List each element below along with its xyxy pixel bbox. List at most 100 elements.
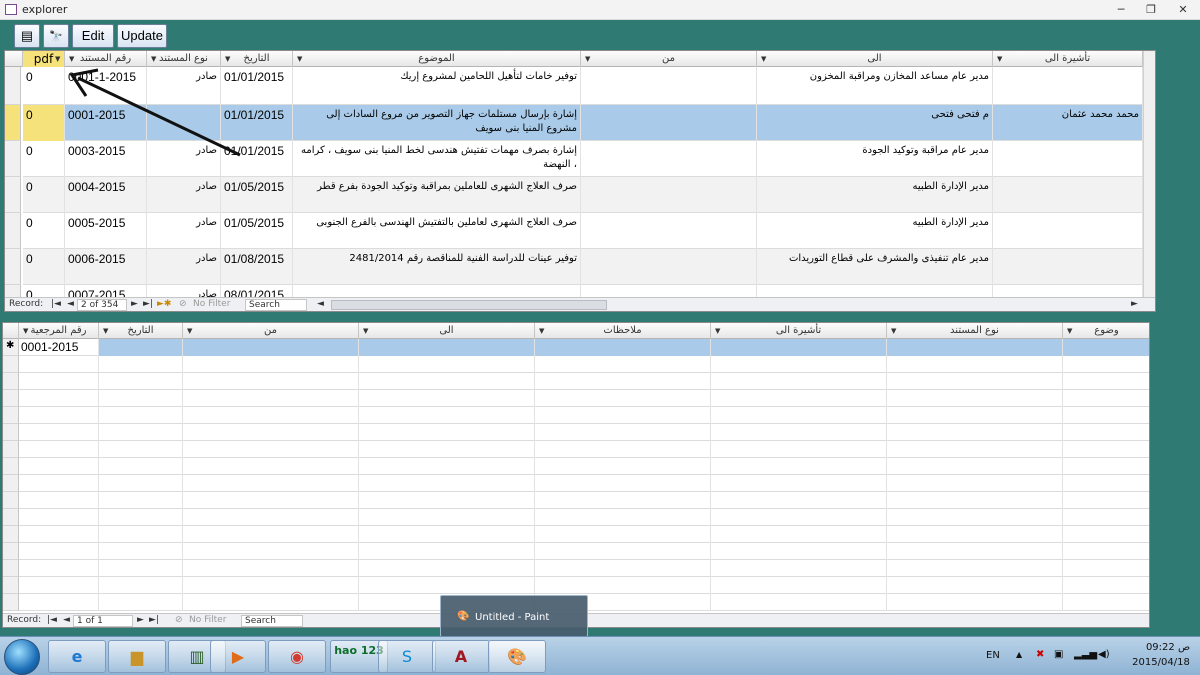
cell-type[interactable] [887, 424, 1063, 441]
cell-to[interactable] [359, 577, 535, 594]
row-selector[interactable] [3, 475, 19, 492]
close-button[interactable]: ✕ [1172, 2, 1194, 18]
row-selector[interactable] [3, 458, 19, 475]
table-row[interactable] [19, 407, 1149, 424]
cell-to[interactable] [359, 509, 535, 526]
table-row[interactable]: 0001-2015 [19, 339, 1149, 356]
row-selector[interactable] [3, 492, 19, 509]
cell-type[interactable] [887, 390, 1063, 407]
clock-date[interactable]: 2015/04/18 [1124, 657, 1198, 668]
cell-date[interactable] [99, 407, 183, 424]
cell-notes[interactable] [535, 390, 711, 407]
cell-subject[interactable] [1063, 356, 1149, 373]
column-header-subject[interactable]: وضوع ▼ [1063, 323, 1149, 339]
last-record-icon[interactable]: ►| [143, 299, 153, 309]
cell-ref_no[interactable] [19, 543, 99, 560]
cell-from[interactable] [183, 339, 359, 356]
cell-from[interactable] [183, 424, 359, 441]
cell-notes[interactable] [535, 424, 711, 441]
column-header-ref_no[interactable]: رقم المرجعية ▼ [19, 323, 99, 339]
taskbar-ie[interactable]: e [48, 640, 106, 673]
hscroll-left-icon[interactable]: ◄ [317, 299, 324, 309]
language-indicator[interactable]: EN [986, 650, 1000, 661]
cell-to[interactable]: مدير عام مساعد المخازن ومراقبة المخزون [757, 67, 993, 105]
cell-visa[interactable] [711, 594, 887, 611]
cell-subject[interactable] [1063, 577, 1149, 594]
table-row[interactable] [19, 441, 1149, 458]
cell-pdf[interactable]: 0 [23, 177, 65, 213]
table-row[interactable] [19, 475, 1149, 492]
cell-visa[interactable] [711, 373, 887, 390]
cell-ref_no[interactable] [19, 509, 99, 526]
cell-ref_no[interactable] [19, 560, 99, 577]
cell-to[interactable] [359, 475, 535, 492]
column-header-notes[interactable]: ملاحظات ▼ [535, 323, 711, 339]
cell-visa[interactable] [711, 560, 887, 577]
prev-record-icon[interactable]: ◄ [63, 615, 70, 625]
cell-from[interactable] [581, 141, 757, 177]
cell-date[interactable] [99, 441, 183, 458]
row-selector[interactable] [3, 424, 19, 441]
taskbar-preview[interactable]: 🎨 Untitled - Paint [440, 595, 588, 637]
cell-to[interactable]: مدير عام تنفيذى والمشرف على قطاع التوريد… [757, 249, 993, 285]
cell-notes[interactable] [535, 475, 711, 492]
table-row[interactable]: 0 0006-2015 صادر 01/08/2015 توفير عينات للدر… [23, 249, 1143, 285]
column-header-to[interactable]: الى ▼ [757, 51, 993, 67]
cell-from[interactable] [183, 526, 359, 543]
cell-date[interactable]: 01/05/2015 [221, 177, 293, 213]
new-record-icon[interactable]: ►✱ [157, 299, 171, 309]
select-all-corner[interactable] [3, 323, 19, 339]
table-row[interactable] [19, 526, 1149, 543]
cell-ref_no[interactable]: 0001-2015 [19, 339, 99, 356]
table-row[interactable] [19, 373, 1149, 390]
cell-visa[interactable] [711, 475, 887, 492]
table-row[interactable] [19, 543, 1149, 560]
cell-from[interactable] [581, 67, 757, 105]
column-dropdown-icon[interactable]: ▼ [363, 323, 368, 339]
cell-ref_no[interactable] [19, 390, 99, 407]
cell-subject[interactable]: توفير عينات للدراسة الفنية للمناقصة رقم … [293, 249, 581, 285]
cell-date[interactable] [99, 492, 183, 509]
cell-pdf[interactable]: 0 [23, 249, 65, 285]
cell-subject[interactable] [1063, 441, 1149, 458]
row-selector[interactable] [3, 509, 19, 526]
table-row[interactable] [19, 356, 1149, 373]
cell-date[interactable] [99, 458, 183, 475]
cell-ref_no[interactable] [19, 424, 99, 441]
table-row[interactable] [19, 424, 1149, 441]
cell-visa[interactable] [993, 249, 1143, 285]
clock-time[interactable]: ص 09:22 [1138, 642, 1198, 653]
cell-visa[interactable] [711, 543, 887, 560]
cell-doc_no[interactable]: 0004-2015 [65, 177, 147, 213]
cell-ref_no[interactable] [19, 475, 99, 492]
taskbar-access[interactable]: A [432, 640, 490, 673]
table-row[interactable]: 0 0005-2015 صادر 01/05/2015 صرف العلاج الشهر… [23, 213, 1143, 249]
cell-from[interactable] [581, 105, 757, 141]
search-box[interactable]: Search [241, 615, 303, 627]
cell-visa[interactable] [711, 492, 887, 509]
last-record-icon[interactable]: ►| [149, 615, 159, 625]
cell-notes[interactable] [535, 339, 711, 356]
cell-type[interactable] [887, 356, 1063, 373]
column-dropdown-icon[interactable]: ▼ [715, 323, 720, 339]
cell-to[interactable] [359, 560, 535, 577]
cell-to[interactable]: مدير الإدارة الطبيه [757, 213, 993, 249]
cell-subject[interactable] [1063, 594, 1149, 611]
cell-subject[interactable]: صرف العلاج الشهرى لعاملين بالتفتيش الهند… [293, 213, 581, 249]
cell-visa[interactable] [993, 213, 1143, 249]
table-row[interactable]: 0 0004-2015 صادر 01/05/2015 صرف العلاج الشهر… [23, 177, 1143, 213]
row-selector[interactable]: ✱ [3, 339, 19, 356]
taskbar-media[interactable]: ▶ [210, 640, 266, 673]
prev-record-icon[interactable]: ◄ [67, 299, 74, 309]
table-row[interactable] [19, 577, 1149, 594]
cell-notes[interactable] [535, 509, 711, 526]
cell-date[interactable] [99, 424, 183, 441]
cell-to[interactable] [359, 339, 535, 356]
column-header-from[interactable]: من ▼ [183, 323, 359, 339]
cell-visa[interactable] [993, 177, 1143, 213]
cell-doc_no[interactable]: 0005-2015 [65, 213, 147, 249]
cell-type[interactable]: صادر [147, 213, 221, 249]
column-dropdown-icon[interactable]: ▼ [761, 51, 766, 67]
cell-subject[interactable] [1063, 458, 1149, 475]
cell-from[interactable] [183, 390, 359, 407]
